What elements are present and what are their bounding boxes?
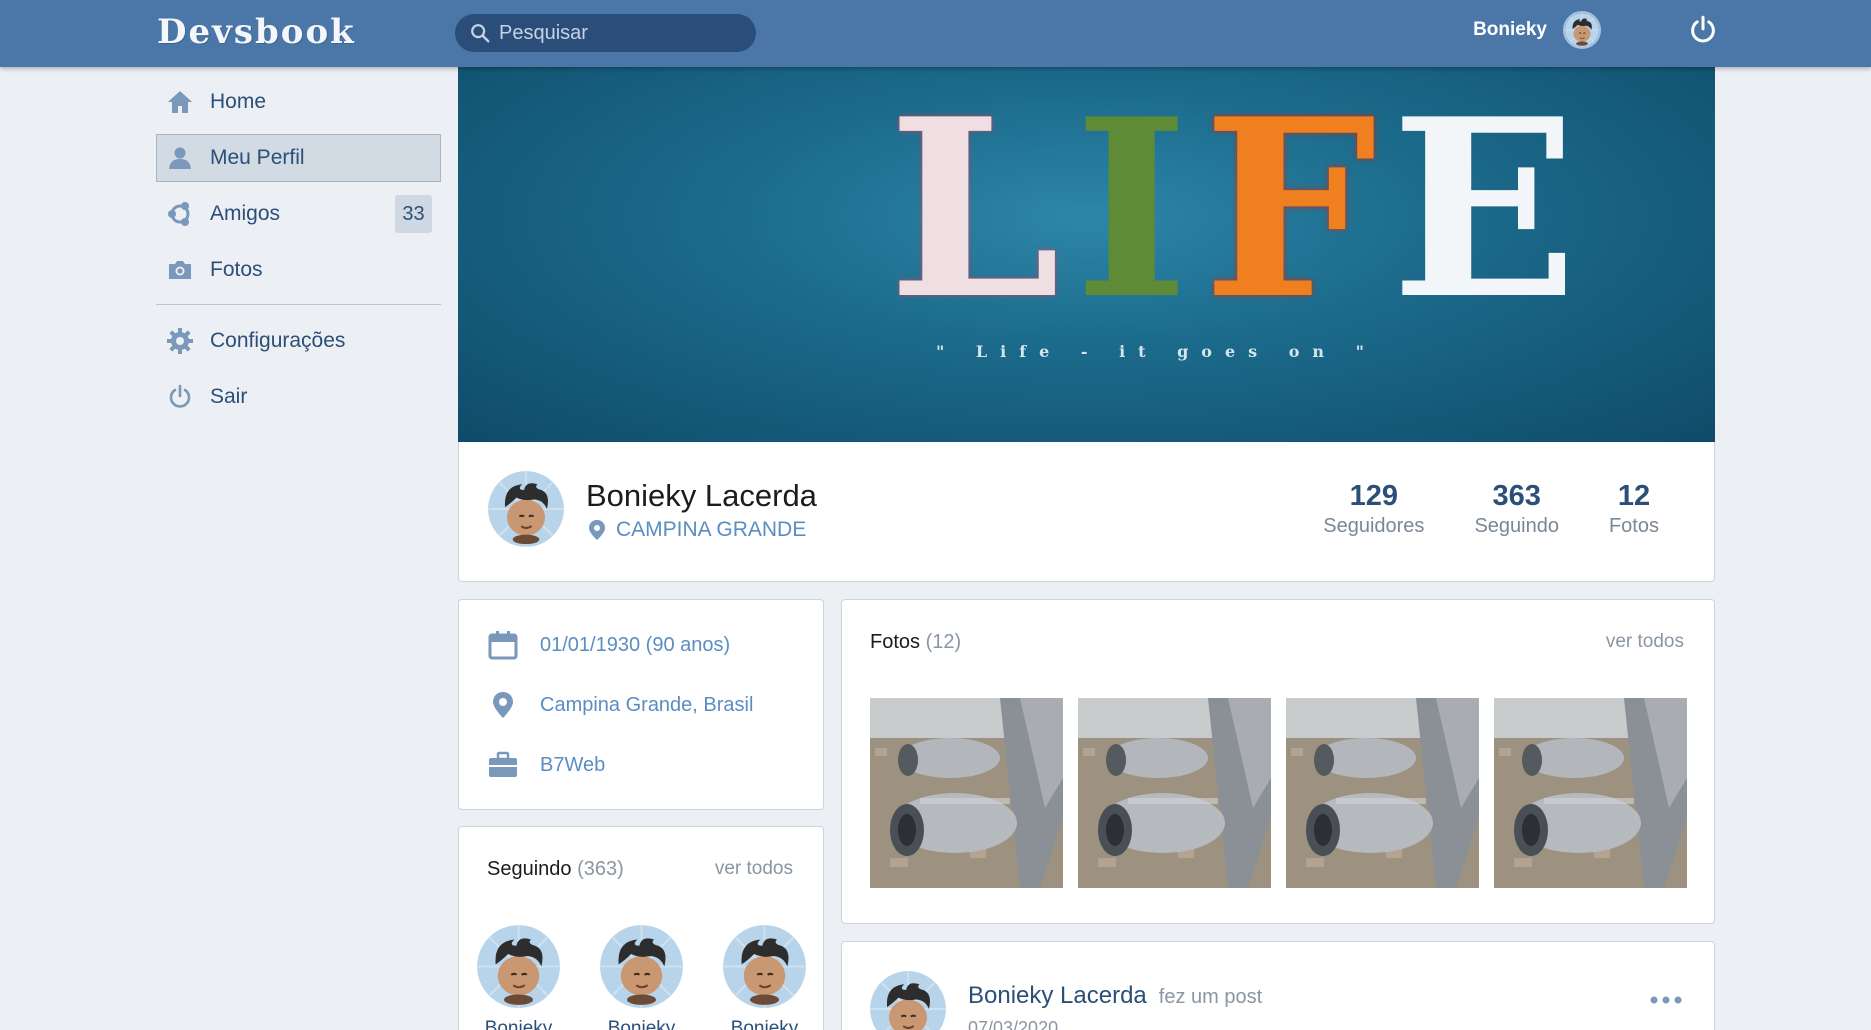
sidebar: Home Meu Perfil Amigos 33 Fotos Configur… xyxy=(156,78,441,429)
photo-thumbnail[interactable] xyxy=(1286,698,1479,888)
sidebar-item-label: Fotos xyxy=(210,258,263,281)
profile-info-card: 01/01/1930 (90 anos) Campina Grande, Bra… xyxy=(458,599,824,810)
sidebar-item-logout[interactable]: Sair xyxy=(156,373,441,421)
profile-city: CAMPINA GRANDE xyxy=(588,518,806,542)
power-icon xyxy=(165,383,195,411)
photo-thumbnail[interactable] xyxy=(870,698,1063,888)
info-birthdate: 01/01/1930 (90 anos) xyxy=(488,630,730,660)
post-card: Bonieky Lacerda fez um post 07/03/2020 xyxy=(841,941,1715,1030)
sidebar-item-label: Meu Perfil xyxy=(210,146,305,169)
photos-count: (12) xyxy=(925,631,962,653)
user-menu[interactable]: Bonieky xyxy=(1473,11,1659,49)
friends-count-badge: 33 xyxy=(395,195,432,233)
following-item[interactable]: Bonieky xyxy=(723,925,806,1030)
sidebar-item-photos[interactable]: Fotos xyxy=(156,246,441,294)
avatar[interactable] xyxy=(488,471,564,547)
user-name[interactable]: Bonieky xyxy=(1473,19,1547,41)
briefcase-icon xyxy=(489,751,517,777)
following-count: (363) xyxy=(577,858,624,880)
sidebar-divider xyxy=(156,304,441,305)
location-text: Campina Grande, Brasil xyxy=(540,693,754,716)
following-title: Seguindo (363) xyxy=(487,858,624,881)
cover-letter: E xyxy=(1390,67,1592,353)
sidebar-item-label: Sair xyxy=(210,385,248,408)
following-title-label: Seguindo xyxy=(487,858,572,880)
profile-stats: 129 Seguidores 363 Seguindo 12 Fotos xyxy=(1323,480,1659,538)
sidebar-item-friends[interactable]: Amigos 33 xyxy=(156,190,441,238)
sidebar-item-label: Amigos xyxy=(210,202,281,225)
work-text: B7Web xyxy=(540,753,606,776)
avatar[interactable] xyxy=(600,925,683,1008)
power-icon[interactable] xyxy=(1689,15,1717,45)
sidebar-item-label: Configurações xyxy=(210,329,346,352)
camera-icon xyxy=(165,256,195,284)
search-input[interactable] xyxy=(499,21,739,45)
photos-title-label: Fotos xyxy=(870,631,921,653)
photos-title: Fotos (12) xyxy=(870,631,961,654)
calendar-icon xyxy=(488,631,518,660)
sidebar-item-settings[interactable]: Configurações xyxy=(156,317,441,365)
post-header: Bonieky Lacerda fez um post xyxy=(968,982,1262,1010)
following-list: Bonieky Bonieky Bonieky xyxy=(477,925,806,1030)
top-navbar: Devsbook Bonieky xyxy=(0,0,1871,67)
stat-label: Seguindo xyxy=(1474,515,1559,537)
following-card: Seguindo (363) ver todos Bonieky Bonieky… xyxy=(458,826,824,1030)
cover-image: LIFE " Life - it goes on " xyxy=(458,67,1715,442)
stat-value: 12 xyxy=(1617,480,1651,512)
stat-value: 363 xyxy=(1492,480,1541,512)
stat-label: Fotos xyxy=(1608,515,1659,537)
avatar[interactable] xyxy=(723,925,806,1008)
profile-header-card: Bonieky Lacerda CAMPINA GRANDE 129 Segui… xyxy=(458,442,1715,582)
photo-thumbnail[interactable] xyxy=(1078,698,1271,888)
avatar[interactable] xyxy=(477,925,560,1008)
sidebar-item-home[interactable]: Home xyxy=(156,78,441,126)
gear-icon xyxy=(165,327,195,355)
home-icon xyxy=(165,88,195,116)
post-author[interactable]: Bonieky Lacerda xyxy=(968,982,1147,1010)
post-action: fez um post xyxy=(1158,986,1263,1008)
cover-word: LIFE xyxy=(888,87,1592,332)
stat-following[interactable]: 363 Seguindo xyxy=(1474,480,1559,538)
profile-city-label: CAMPINA GRANDE xyxy=(616,518,807,541)
photo-grid xyxy=(870,698,1687,888)
stat-followers[interactable]: 129 Seguidores xyxy=(1323,480,1424,538)
stat-value: 129 xyxy=(1349,480,1399,512)
stat-label: Seguidores xyxy=(1323,515,1425,537)
avatar[interactable] xyxy=(1563,11,1601,49)
location-pin-icon xyxy=(589,520,605,540)
photo-thumbnail[interactable] xyxy=(1494,698,1687,888)
search-box[interactable] xyxy=(455,14,756,52)
sidebar-item-label: Home xyxy=(210,90,267,113)
stat-photos[interactable]: 12 Fotos xyxy=(1609,480,1659,538)
avatar[interactable] xyxy=(870,971,946,1030)
following-name[interactable]: Bonieky xyxy=(731,1018,799,1030)
app-logo[interactable]: Devsbook xyxy=(157,12,356,52)
more-options-icon[interactable] xyxy=(1650,995,1682,1005)
search-icon xyxy=(471,24,490,43)
sidebar-item-profile[interactable]: Meu Perfil xyxy=(156,134,441,182)
cover-letter: I xyxy=(1074,67,1203,353)
following-item[interactable]: Bonieky xyxy=(600,925,683,1030)
following-name[interactable]: Bonieky xyxy=(608,1018,676,1030)
info-location: Campina Grande, Brasil xyxy=(488,690,753,720)
cover-letter: L xyxy=(888,67,1075,353)
location-pin-icon xyxy=(493,692,513,718)
photos-card: Fotos (12) ver todos xyxy=(841,599,1715,924)
photos-see-all-link[interactable]: ver todos xyxy=(1606,631,1684,653)
profile-name: Bonieky Lacerda xyxy=(586,478,817,513)
cover-tagline: " Life - it goes on " xyxy=(936,342,1377,361)
info-work: B7Web xyxy=(488,750,605,780)
birthdate-text: 01/01/1930 (90 anos) xyxy=(540,633,731,656)
friends-icon xyxy=(165,200,195,228)
following-item[interactable]: Bonieky xyxy=(477,925,560,1030)
post-date: 07/03/2020 xyxy=(968,1018,1059,1030)
cover-letter: F xyxy=(1202,67,1391,353)
following-name[interactable]: Bonieky xyxy=(485,1018,553,1030)
user-icon xyxy=(165,144,195,172)
following-see-all-link[interactable]: ver todos xyxy=(715,858,793,880)
